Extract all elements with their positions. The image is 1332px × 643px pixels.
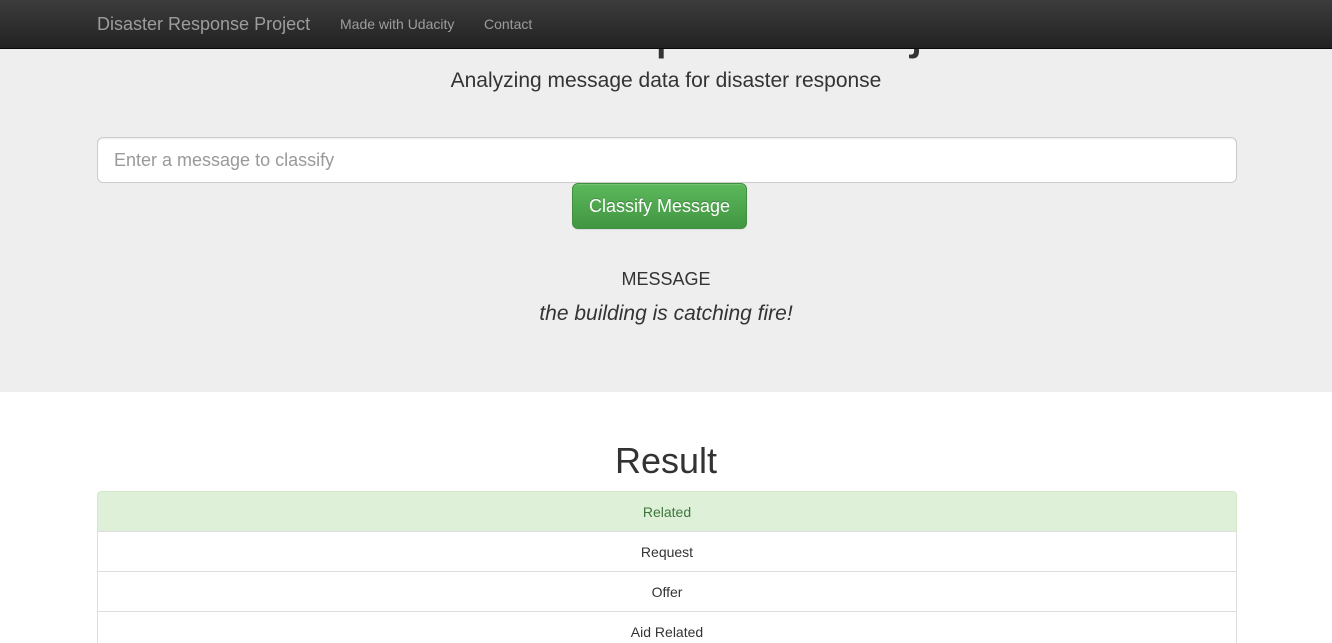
- navbar: Disaster Response Project Made with Udac…: [0, 0, 1332, 49]
- result-item-offer: Offer: [97, 571, 1237, 612]
- message-label: MESSAGE: [621, 269, 711, 289]
- jumbotron: Disaster Response Project Analyzing mess…: [0, 0, 1332, 392]
- result-item-request: Request: [97, 531, 1237, 572]
- message-text: the building is catching fire!: [539, 302, 793, 325]
- classify-message-button[interactable]: Classify Message: [572, 183, 747, 229]
- navbar-brand[interactable]: Disaster Response Project: [97, 0, 310, 49]
- result-item-aid-related: Aid Related: [97, 611, 1237, 643]
- nav-link-contact[interactable]: Contact: [484, 0, 532, 49]
- nav-link-udacity[interactable]: Made with Udacity: [340, 0, 454, 49]
- result-item-related: Related: [97, 491, 1237, 532]
- result-list: Related Request Offer Aid Related: [97, 491, 1237, 643]
- message-input[interactable]: [97, 137, 1237, 183]
- page-subtitle: Analyzing message data for disaster resp…: [450, 69, 882, 92]
- page: Disaster Response Project Analyzing mess…: [0, 0, 1332, 643]
- result-title: Result: [614, 440, 718, 481]
